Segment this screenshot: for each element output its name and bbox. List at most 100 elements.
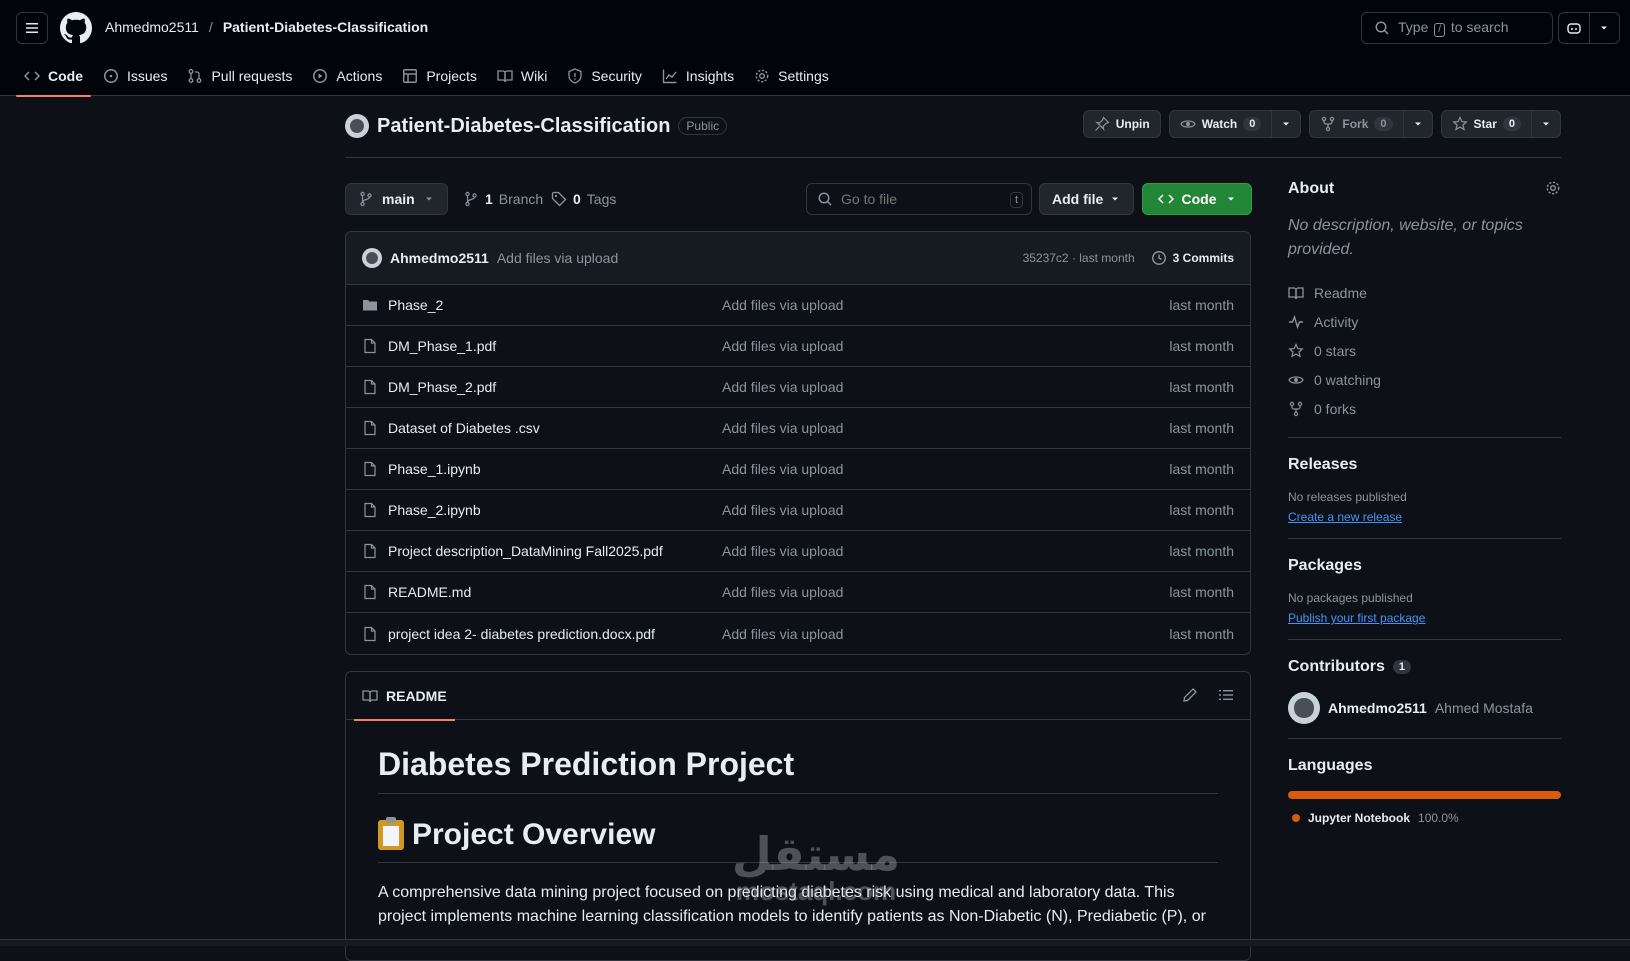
graph-icon [662,69,677,84]
go-to-file-input[interactable] [841,191,1001,207]
file-icon [364,502,376,518]
pull-request-icon [189,69,202,83]
readme-link[interactable]: Readme [1288,278,1561,307]
unpin-button[interactable]: Unpin [1082,110,1161,138]
table-row[interactable]: project idea 2- diabetes prediction.docx… [346,613,1250,654]
file-name[interactable]: DM_Phase_1.pdf [388,338,496,354]
owner-avatar[interactable] [345,114,369,138]
table-row[interactable]: README.md Add files via upload last month [346,572,1250,613]
commit-author-avatar[interactable] [362,248,382,268]
global-search[interactable]: Type / to search [1361,12,1553,44]
list-icon[interactable] [1218,687,1234,703]
file-commit-message[interactable]: Add files via upload [722,338,1169,354]
github-logo-icon[interactable] [60,12,92,44]
tab-insights[interactable]: Insights [654,56,742,96]
stars-link[interactable]: 0 stars [1288,336,1561,365]
forks-link[interactable]: 0 forks [1288,394,1561,423]
file-name[interactable]: Dataset of Diabetes .csv [388,420,540,436]
commit-message[interactable]: Add files via upload [497,250,618,266]
contributor-login[interactable]: Ahmedmo2511 [1328,700,1427,716]
star-button[interactable]: Star 0 [1440,110,1532,138]
file-commit-message[interactable]: Add files via upload [722,543,1169,559]
folder-icon [363,300,377,311]
add-file-button[interactable]: Add file [1039,183,1135,215]
file-commit-message[interactable]: Add files via upload [722,420,1169,436]
pencil-icon[interactable] [1182,687,1198,703]
table-row[interactable]: Phase_2 Add files via upload last month [346,285,1250,326]
file-name[interactable]: Phase_2.ipynb [388,502,481,518]
tab-wiki[interactable]: Wiki [489,56,555,96]
eye-icon [1288,375,1304,384]
menu-button[interactable] [16,12,48,44]
file-commit-message[interactable]: Add files via upload [722,297,1169,313]
file-commit-message[interactable]: Add files via upload [722,502,1169,518]
table-row[interactable]: Dataset of Diabetes .csv Add files via up… [346,408,1250,449]
tab-projects[interactable]: Projects [394,56,485,96]
file-commit-message[interactable]: Add files via upload [722,626,1169,642]
fork-group: Fork 0 [1309,110,1433,138]
fork-button[interactable]: Fork 0 [1309,110,1404,138]
create-release-link[interactable]: Create a new release [1288,510,1402,524]
contributors-title[interactable]: Contributors [1288,658,1385,676]
tab-actions[interactable]: Actions [304,56,390,96]
contributor-item[interactable]: Ahmedmo2511 Ahmed Mostafa [1288,692,1561,724]
commit-sha-time[interactable]: 35237c2 · last month [1023,251,1135,265]
packages-title[interactable]: Packages [1288,557,1561,575]
about-settings-button[interactable] [1545,180,1561,196]
breadcrumb-owner[interactable]: Ahmedmo2511 [105,19,199,35]
code-button[interactable]: Code [1142,183,1252,215]
file-name[interactable]: DM_Phase_2.pdf [388,379,496,395]
activity-link[interactable]: Activity [1288,307,1561,336]
tab-label: Insights [685,68,735,84]
branches-link[interactable]: 1 Branch [463,191,543,207]
commits-link[interactable]: 3 Commits [1151,250,1234,266]
triangle-down-icon [1227,197,1234,201]
readme-tab[interactable]: README [354,672,455,721]
releases-title[interactable]: Releases [1288,456,1561,474]
tab-settings[interactable]: Settings [746,56,837,96]
breadcrumb-repo[interactable]: Patient-Diabetes-Classification [223,19,428,35]
tags-link[interactable]: 0 Tags [551,191,616,207]
table-row[interactable]: Phase_1.ipynb Add files via upload last mo… [346,449,1250,490]
watch-dropdown[interactable] [1272,110,1302,138]
file-commit-time: last month [1169,379,1234,395]
bottom-scrollbar [0,939,1630,946]
go-to-file-shortcut: t [1009,192,1023,208]
copilot-dropdown-button[interactable] [1588,13,1619,43]
file-list: Ahmedmo2511 Add files via upload 35237c2… [345,231,1251,655]
file-icon [364,461,376,477]
table-row[interactable]: DM_Phase_1.pdf Add files via upload last m… [346,326,1250,367]
watch-button[interactable]: Watch 0 [1168,110,1273,138]
table-row[interactable]: Project description_DataMining Fall2025.… [346,531,1250,572]
fork-dropdown[interactable] [1403,110,1433,138]
publish-package-link[interactable]: Publish your first package [1288,611,1425,625]
repo-name[interactable]: Patient-Diabetes-Classification [377,115,670,138]
branch-select-button[interactable]: main [345,183,448,215]
language-item[interactable]: Jupyter Notebook 100.0% [1288,811,1561,825]
file-name[interactable]: Project description_DataMining Fall2025.… [388,543,663,559]
file-commit-message[interactable]: Add files via upload [722,379,1169,395]
tab-security[interactable]: Security [559,56,650,96]
file-name[interactable]: Phase_2 [388,297,443,313]
file-commit-message[interactable]: Add files via upload [722,461,1169,477]
table-row[interactable]: DM_Phase_2.pdf Add files via upload last m… [346,367,1250,408]
go-to-file-field[interactable]: t [806,183,1032,215]
file-name[interactable]: README.md [388,584,471,600]
file-commit-time: last month [1169,338,1234,354]
file-name[interactable]: project idea 2- diabetes prediction.docx… [388,626,655,642]
star-dropdown[interactable] [1532,110,1561,138]
tab-code[interactable]: Code [16,56,91,97]
table-row[interactable]: Phase_2.ipynb Add files via upload last mo… [346,490,1250,531]
commit-author[interactable]: Ahmedmo2511 [390,250,489,266]
triangle-down-icon [425,197,432,201]
file-commit-message[interactable]: Add files via upload [722,584,1169,600]
copilot-button[interactable] [1559,13,1589,43]
avatar[interactable] [1288,692,1320,724]
star-count: 0 [1502,117,1521,131]
repo-actions: Unpin Watch 0 Fork 0 Star 0 [1082,110,1561,138]
commit-meta: 35237c2 · last month 3 Commits [1023,250,1234,266]
watchers-link[interactable]: 0 watching [1288,365,1561,394]
tab-pull-requests[interactable]: Pull requests [179,56,300,96]
file-name[interactable]: Phase_1.ipynb [388,461,481,477]
tab-issues[interactable]: Issues [95,56,175,96]
